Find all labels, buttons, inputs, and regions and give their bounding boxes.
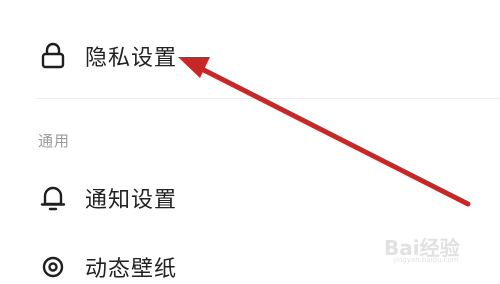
lock-icon [36,39,70,73]
settings-item-label: 通知设置 [85,188,178,213]
divider [36,98,500,99]
section-header-general: 通用 [38,132,71,150]
settings-item-notifications[interactable]: 通知设置 [0,176,500,220]
settings-item-label: 隐私设置 [85,46,178,71]
bell-icon [36,181,70,215]
settings-item-label: 动态壁纸 [85,257,178,282]
watermark-url: jingyan.baidu.com [394,256,459,264]
gear-icon [36,250,70,284]
settings-item-privacy[interactable]: 隐私设置 [0,34,500,78]
watermark: Bai经验 jingyan.baidu.com [384,226,494,266]
